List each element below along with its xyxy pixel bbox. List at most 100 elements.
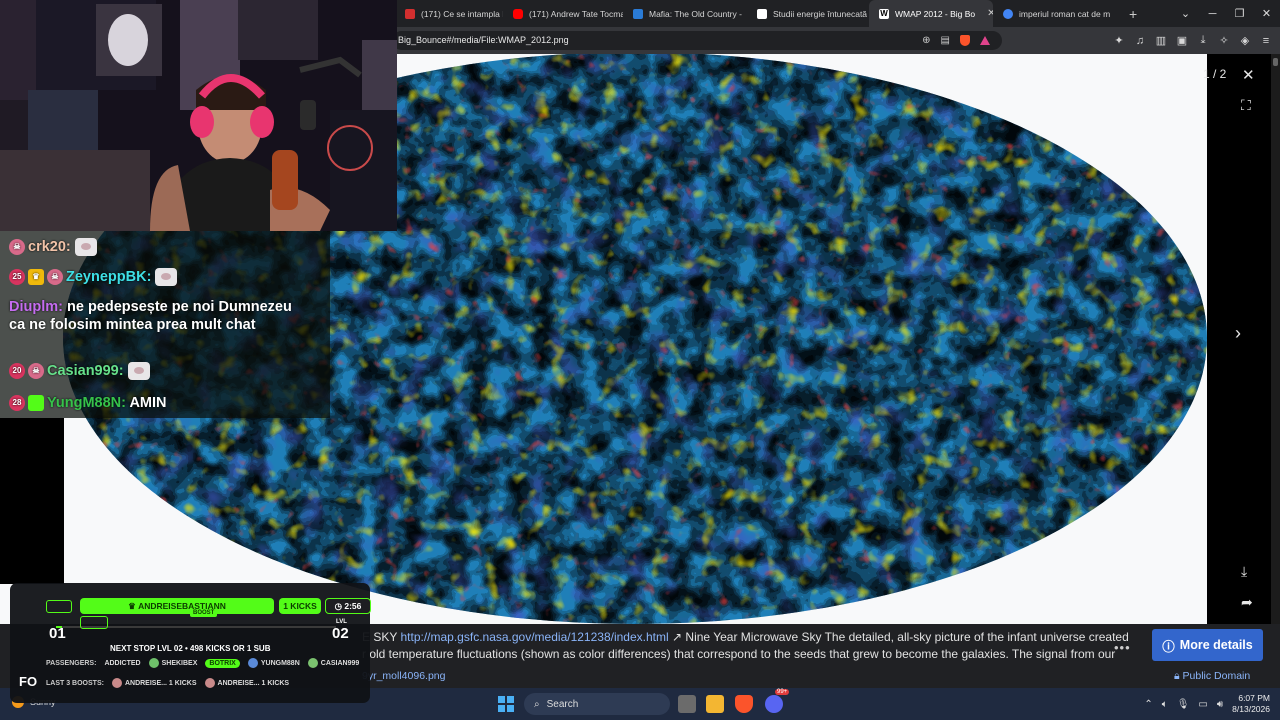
level-to: 02 — [332, 625, 349, 642]
wallet-icon[interactable]: ▣ — [1176, 34, 1188, 47]
passenger-name: SHEKIBEX — [161, 659, 198, 667]
search-label: Search — [546, 698, 579, 710]
restore-icon[interactable]: ❐ — [1226, 7, 1253, 20]
avatar — [204, 678, 215, 688]
info-icon: ⓘ — [1162, 639, 1175, 654]
passenger-chip: ADDICTED — [104, 660, 140, 667]
boost-text: ANDREISE... 1 KICKS — [217, 679, 290, 687]
subscriber-badge-icon: ☠ — [9, 239, 25, 256]
tab-1[interactable]: (171) Ce se intampla Dup — [395, 0, 503, 27]
image-counter: 1 / 2 — [1203, 67, 1227, 81]
task-view-icon[interactable] — [678, 695, 696, 713]
close-window-icon[interactable]: ✕ — [1253, 7, 1280, 20]
passenger-name: YUNGM88N — [260, 659, 300, 667]
minimize-icon[interactable]: ─ — [1199, 8, 1226, 20]
webcam-scene — [0, 0, 397, 231]
download-image-icon[interactable]: ⤓ — [1241, 563, 1247, 580]
new-tab-button[interactable]: + — [1119, 6, 1147, 22]
chat-username: crk20: — [28, 239, 71, 255]
volume-icon[interactable]: 🔊︎ — [1217, 699, 1223, 710]
search-icon: ⌕ — [534, 698, 540, 710]
tray-chevron-icon[interactable]: ⌃ — [1144, 699, 1152, 710]
leo-ai-icon[interactable]: ✧ — [1218, 34, 1230, 47]
extensions-icon[interactable]: ✦ — [1113, 34, 1125, 47]
tab-6[interactable]: imperiul roman cat de m — [993, 0, 1119, 27]
file-link[interactable]: 9yr_moll4096.png — [362, 670, 445, 682]
chat-overlay: ☠ crk20: 25 ♛ ☠ ZeyneppBK: Diuplm: ne pedeps… — [0, 231, 330, 418]
network-icon[interactable]: ▭ — [1198, 699, 1207, 710]
page-scrollbar[interactable] — [1271, 54, 1280, 688]
reader-mode-icon[interactable]: ▤ — [941, 31, 950, 50]
discord-badge: 99+ — [775, 689, 790, 695]
taskbar-search[interactable]: ⌕ Search — [524, 693, 670, 715]
vpn-icon[interactable]: ◈ — [1239, 34, 1251, 47]
tab-title: imperiul roman cat de m — [1019, 8, 1111, 19]
tab-2[interactable]: (171) Andrew Tate Tocmai — [503, 0, 623, 27]
media-icon[interactable]: ♫ — [1134, 35, 1146, 47]
stream-left-panel — [0, 418, 64, 584]
license-icon: 🔒︎ — [1174, 670, 1180, 682]
start-button[interactable] — [498, 696, 514, 712]
tab-title: Studii energie întunecată — [773, 8, 868, 19]
avatar — [307, 658, 318, 668]
window-controls: ⌄ ─ ❐ ✕ — [1172, 0, 1280, 27]
clock[interactable]: 6:07 PM 8/13/2026 — [1232, 693, 1270, 715]
license-link[interactable]: 🔒︎ Public Domain — [1174, 670, 1250, 683]
close-viewer-icon[interactable]: ✕ — [1242, 66, 1255, 84]
source-link[interactable]: http://map.gsfc.nasa.gov/media/121238/in… — [400, 630, 668, 644]
download-icon[interactable]: ⤓ — [1197, 34, 1209, 47]
subscriber-badge-icon: ☠ — [47, 269, 63, 286]
youtube-icon — [513, 8, 523, 19]
train-car-icon — [80, 616, 108, 629]
more-options-icon[interactable]: ••• — [1114, 640, 1131, 655]
license-label: Public Domain — [1182, 670, 1251, 682]
chat-message: 20 ☠ Casian999: — [9, 362, 150, 381]
tab-3[interactable]: Mafia: The Old Country - — [623, 0, 747, 27]
fullscreen-icon[interactable]: ⛶ — [1241, 97, 1251, 114]
tab-title: (171) Andrew Tate Tocmai — [529, 8, 623, 19]
passengers-label: PASSENGERS: — [46, 659, 97, 667]
scrollbar-thumb[interactable] — [1273, 58, 1278, 66]
brave-icon[interactable] — [735, 695, 753, 713]
caption-line-2: r old temperature fluctuations (shown as… — [362, 647, 1116, 661]
passengers-row: PASSENGERS: ADDICTED SHEKIBEX BOTRIX YUN… — [46, 658, 359, 668]
overlay-text-fragment: FO — [19, 674, 38, 689]
menu-icon[interactable]: ≡ — [1260, 35, 1272, 47]
chat-message: Diuplm: ne pedepsește pe noi Dumnezeu ca… — [9, 298, 299, 334]
train-user-pill: ♛ ANDREISEBASTIANN — [80, 598, 274, 614]
share-icon[interactable]: ➦ — [1241, 594, 1253, 611]
boost-text: ANDREISE... 1 KICKS — [124, 679, 197, 687]
zoom-icon[interactable]: ⊕ — [922, 31, 930, 50]
chat-username: Diuplm: — [9, 299, 63, 315]
level-badge: 28 — [9, 395, 25, 412]
supporter-badge-icon — [28, 395, 44, 412]
crown-badge-icon: ♛ — [28, 269, 44, 286]
discord-icon[interactable]: 99+ — [765, 689, 790, 713]
passenger-name: BOTRIX — [209, 659, 236, 667]
next-image-icon[interactable]: › — [1235, 323, 1241, 344]
boosts-label: LAST 3 BOOSTS: — [46, 679, 104, 687]
url-field[interactable]: Big_Bounce#/media/File:WMAP_2012.png ⊕ ▤ — [392, 31, 1002, 50]
sidebar-icon[interactable]: ▥ — [1155, 34, 1167, 47]
brave-shields-icon[interactable] — [960, 35, 970, 46]
brave-rewards-icon[interactable] — [980, 36, 990, 45]
chat-message: 25 ♛ ☠ ZeyneppBK: — [9, 268, 178, 287]
file-explorer-icon[interactable] — [706, 695, 724, 713]
url-text: Big_Bounce#/media/File:WMAP_2012.png — [398, 35, 569, 45]
speaker-icon[interactable]: 🔈︎ — [1162, 699, 1168, 710]
viewer-side-panel — [1207, 54, 1280, 624]
more-details-button[interactable]: ⓘ More details — [1152, 629, 1263, 661]
caption-line-1: E SKY http://map.gsfc.nasa.gov/media/121… — [362, 630, 1129, 644]
passenger-name: ADDICTED — [104, 659, 141, 667]
tab-active[interactable]: W WMAP 2012 - Big Bo ✕ — [869, 0, 993, 27]
avatar — [111, 678, 122, 688]
tab-4[interactable]: Studii energie întunecată — [747, 0, 869, 27]
microphone-icon[interactable]: 🎙︎ — [1177, 699, 1190, 710]
tab-search-chevron-icon[interactable]: ⌄ — [1172, 7, 1199, 20]
passenger-chip: BOTRIX — [205, 658, 240, 668]
tab-favicon — [757, 8, 767, 19]
kick-train-widget: ♛ ANDREISEBASTIANN 1 KICKS ◷ 2:56 BOOST … — [10, 583, 371, 703]
passenger-chip: SHEKIBEX — [148, 658, 198, 668]
system-tray: ⌃ 🔈︎ 🎙︎ ▭ 🔊︎ 6:07 PM 8/13/2026 — [1144, 688, 1280, 720]
boost-chip: ANDREISE... 1 KICKS — [204, 678, 290, 688]
